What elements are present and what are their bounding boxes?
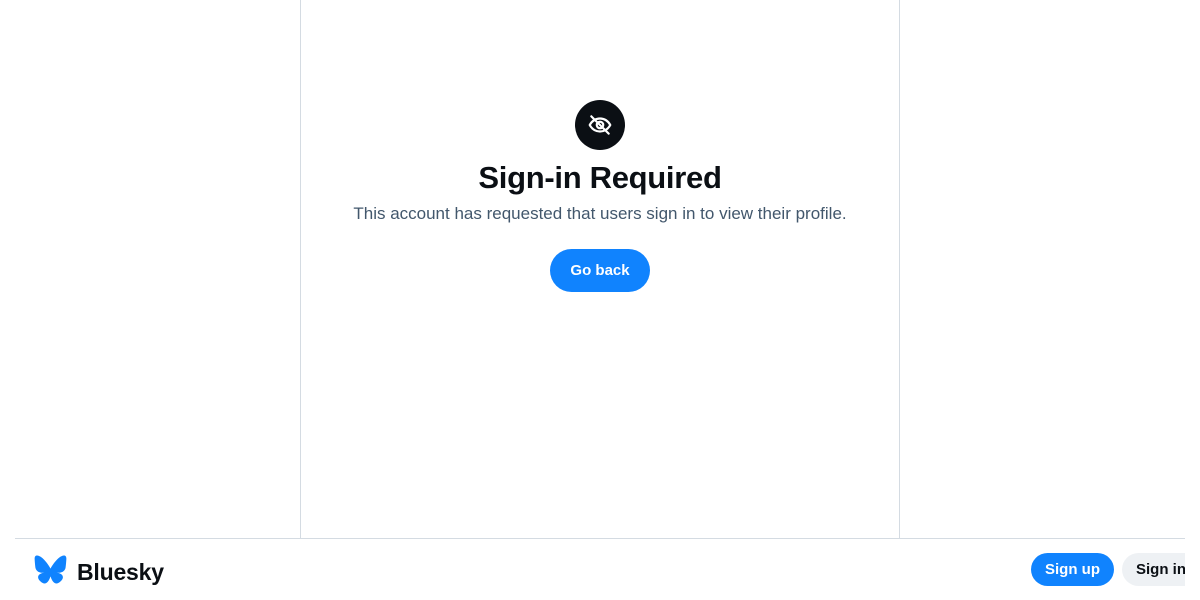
- brand[interactable]: Bluesky: [34, 555, 164, 589]
- auth-actions: Sign up Sign in: [1031, 553, 1185, 586]
- main-column: Sign-in Required This account has reques…: [300, 0, 900, 539]
- sign-up-button[interactable]: Sign up: [1031, 553, 1114, 586]
- eye-slash-icon: [575, 100, 625, 150]
- notice-title: Sign-in Required: [478, 160, 722, 195]
- brand-name: Bluesky: [77, 558, 164, 585]
- bottom-bar: Bluesky Sign up Sign in: [15, 538, 1185, 600]
- go-back-button[interactable]: Go back: [550, 249, 650, 292]
- page: Sign-in Required This account has reques…: [0, 0, 1200, 600]
- butterfly-logo-icon: [34, 555, 67, 589]
- sign-in-required-notice: Sign-in Required This account has reques…: [301, 100, 899, 292]
- notice-message: This account has requested that users si…: [353, 204, 847, 223]
- sign-in-button[interactable]: Sign in: [1122, 553, 1185, 586]
